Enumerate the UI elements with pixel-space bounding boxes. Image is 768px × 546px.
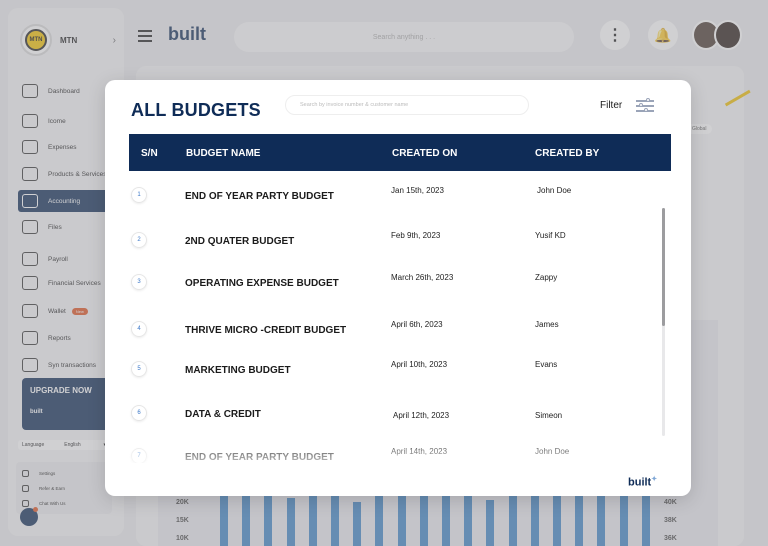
table-row[interactable]: 6 DATA & CREDIT April 12th, 2023 Simeon <box>129 401 659 431</box>
filter-button[interactable]: Filter <box>600 100 622 111</box>
table-row[interactable]: 5 MARKETING BUDGET April 10th, 2023 Evan… <box>129 357 659 387</box>
table-row[interactable]: 7 END OF YEAR PARTY BUDGET April 14th, 2… <box>129 444 659 463</box>
table-body: 1 END OF YEAR PARTY BUDGET Jan 15th, 202… <box>129 171 671 463</box>
modal-title: ALL BUDGETS <box>131 100 261 120</box>
brand-mark-icon: ✦ <box>651 476 658 483</box>
column-created-on: CREATED ON <box>392 148 458 159</box>
budgets-modal: ALL BUDGETS Search by invoice number & c… <box>105 80 691 496</box>
table-row[interactable]: 1 END OF YEAR PARTY BUDGET Jan 15th, 202… <box>129 183 659 213</box>
table-scrollbar[interactable] <box>662 208 665 436</box>
table-row[interactable]: 4 THRIVE MICRO -CREDIT BUDGET April 6th,… <box>129 317 659 347</box>
modal-brand-logo: built✦ <box>628 476 658 489</box>
scrollbar-thumb[interactable] <box>662 208 665 326</box>
column-sn: S/N <box>141 148 158 159</box>
budget-search-input[interactable]: Search by invoice number & customer name <box>285 95 529 115</box>
table-row[interactable]: 2 2ND QUATER BUDGET Feb 9th, 2023 Yusif … <box>129 228 659 258</box>
table-row[interactable]: 3 OPERATING EXPENSE BUDGET March 26th, 2… <box>129 270 659 300</box>
column-created-by: CREATED BY <box>535 148 600 159</box>
table-header: S/N BUDGET NAME CREATED ON CREATED BY <box>129 134 671 171</box>
column-budget-name: BUDGET NAME <box>186 148 261 159</box>
filter-sliders-icon[interactable] <box>636 97 654 113</box>
